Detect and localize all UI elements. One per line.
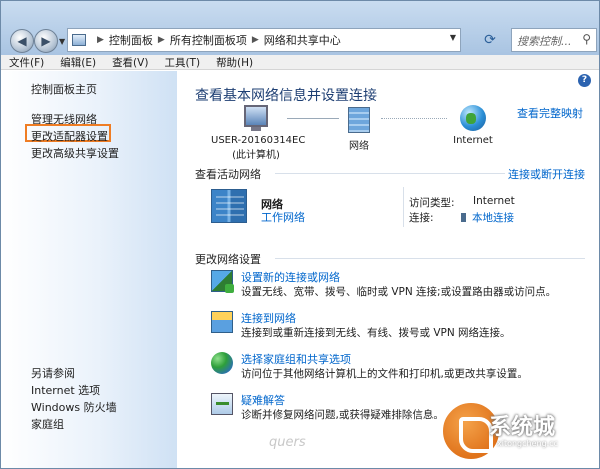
network-icon	[348, 107, 370, 133]
new-connection-icon	[211, 270, 234, 293]
task-description: 访问位于其他网络计算机上的文件和打印机,或更改共享设置。	[241, 368, 528, 380]
back-button[interactable]: ◀	[10, 29, 34, 53]
menu-help[interactable]: 帮助(H)	[216, 55, 253, 70]
chevron-right-icon[interactable]: ▶	[252, 35, 259, 45]
computer-sub: (此计算机)	[232, 150, 280, 161]
help-icon[interactable]: ?	[578, 74, 591, 87]
forward-button[interactable]: ▶	[34, 29, 58, 53]
menu-view[interactable]: 查看(V)	[112, 55, 148, 70]
arrow-right-icon: ▶	[41, 34, 51, 48]
breadcrumb-control-panel[interactable]: 控制面板	[109, 32, 153, 48]
connection-value: 本地连接	[461, 210, 514, 225]
view-full-map-link[interactable]: 查看完整映射	[517, 105, 583, 121]
see-also-title: 另请参阅	[31, 367, 75, 380]
task-description: 连接到或重新连接到无线、有线、拨号或 VPN 网络连接。	[241, 327, 511, 339]
map-node-network: 网络	[337, 107, 381, 152]
active-network-icon	[211, 189, 247, 223]
chevron-right-icon[interactable]: ▶	[158, 35, 165, 45]
troubleshoot-icon	[211, 393, 233, 415]
change-settings-title: 更改网络设置	[195, 253, 261, 266]
connection-label: 连接:	[409, 212, 434, 224]
sidebar: 控制面板主页 管理无线网络 更改适配器设置 更改高级共享设置 另请参阅 Inte…	[1, 71, 177, 468]
menu-tools[interactable]: 工具(T)	[164, 55, 200, 70]
homegroup-icon	[211, 352, 233, 374]
menu-file[interactable]: 文件(F)	[9, 55, 44, 70]
page-title: 查看基本网络信息并设置连接	[195, 88, 377, 104]
sidebar-homegroup[interactable]: 家庭组	[31, 416, 64, 432]
task-description: 设置无线、宽带、拨号、临时或 VPN 连接;或设置路由器或访问点。	[241, 286, 557, 298]
task-description: 诊断并修复网络问题,或获得疑难排除信息。	[241, 409, 444, 421]
map-node-computer: USER-20160314EC (此计算机)	[211, 105, 306, 161]
chevron-right-icon[interactable]: ▶	[97, 35, 104, 45]
menu-bar: 文件(F) 编辑(E) 查看(V) 工具(T) 帮助(H)	[1, 55, 599, 70]
recent-pages-dropdown-icon[interactable]: ▼	[59, 37, 65, 46]
internet-label: Internet	[453, 135, 493, 146]
map-connector	[381, 118, 447, 119]
watermark-brand: 系统城	[489, 415, 556, 440]
refresh-button[interactable]: ⟳	[479, 30, 501, 50]
connect-disconnect-link[interactable]: 连接或断开连接	[508, 166, 585, 182]
plug-icon	[461, 213, 466, 222]
vertical-divider	[403, 187, 404, 227]
sidebar-change-adapter[interactable]: 更改适配器设置	[31, 128, 108, 144]
map-connector	[287, 118, 339, 119]
control-panel-window: ◀ ▶ ▼ ▶ 控制面板 ▶ 所有控制面板项 ▶ 网络和共享中心 ▼ ⟳ 搜索控…	[0, 0, 600, 469]
address-bar-area: ◀ ▶ ▼ ▶ 控制面板 ▶ 所有控制面板项 ▶ 网络和共享中心 ▼ ⟳ 搜索控…	[1, 1, 599, 55]
sidebar-advanced-sharing[interactable]: 更改高级共享设置	[31, 145, 119, 161]
watermark-url: xitongcheng.cc	[497, 439, 559, 448]
control-panel-icon	[72, 34, 86, 46]
breadcrumb[interactable]: ▶ 控制面板 ▶ 所有控制面板项 ▶ 网络和共享中心 ▼	[67, 28, 461, 52]
search-placeholder: 搜索控制...	[517, 35, 572, 48]
network-label: 网络	[349, 141, 369, 152]
access-type-value: Internet	[473, 195, 515, 207]
connect-network-icon	[211, 311, 233, 333]
search-icon[interactable]: ⚲	[582, 32, 591, 46]
breadcrumb-network-center[interactable]: 网络和共享中心	[264, 32, 341, 48]
task-connect-network-link[interactable]: 连接到网络	[241, 310, 296, 326]
watermark-text: quers	[269, 435, 306, 450]
section-divider	[275, 173, 505, 174]
task-homegroup-link[interactable]: 选择家庭组和共享选项	[241, 351, 351, 367]
sidebar-internet-options[interactable]: Internet 选项	[31, 382, 100, 398]
address-dropdown-icon[interactable]: ▼	[450, 33, 456, 42]
section-divider	[275, 258, 585, 259]
breadcrumb-all-items[interactable]: 所有控制面板项	[170, 32, 247, 48]
access-type-label: 访问类型:	[409, 197, 455, 209]
network-type-link[interactable]: 工作网络	[261, 209, 305, 225]
task-troubleshoot-link[interactable]: 疑难解答	[241, 392, 285, 408]
search-input[interactable]: 搜索控制... ⚲	[511, 28, 597, 52]
arrow-left-icon: ◀	[17, 34, 27, 48]
computer-icon	[244, 105, 268, 131]
local-connection-link[interactable]: 本地连接	[472, 212, 514, 224]
map-node-internet: Internet	[443, 105, 503, 146]
sidebar-firewall[interactable]: Windows 防火墙	[31, 399, 117, 415]
task-new-connection-link[interactable]: 设置新的连接或网络	[241, 269, 340, 285]
computer-name: USER-20160314EC	[211, 135, 306, 146]
menu-edit[interactable]: 编辑(E)	[60, 55, 96, 70]
sidebar-control-panel-home[interactable]: 控制面板主页	[31, 81, 97, 97]
active-networks-title: 查看活动网络	[195, 168, 261, 181]
globe-icon	[460, 105, 486, 131]
refresh-icon: ⟳	[484, 32, 496, 48]
